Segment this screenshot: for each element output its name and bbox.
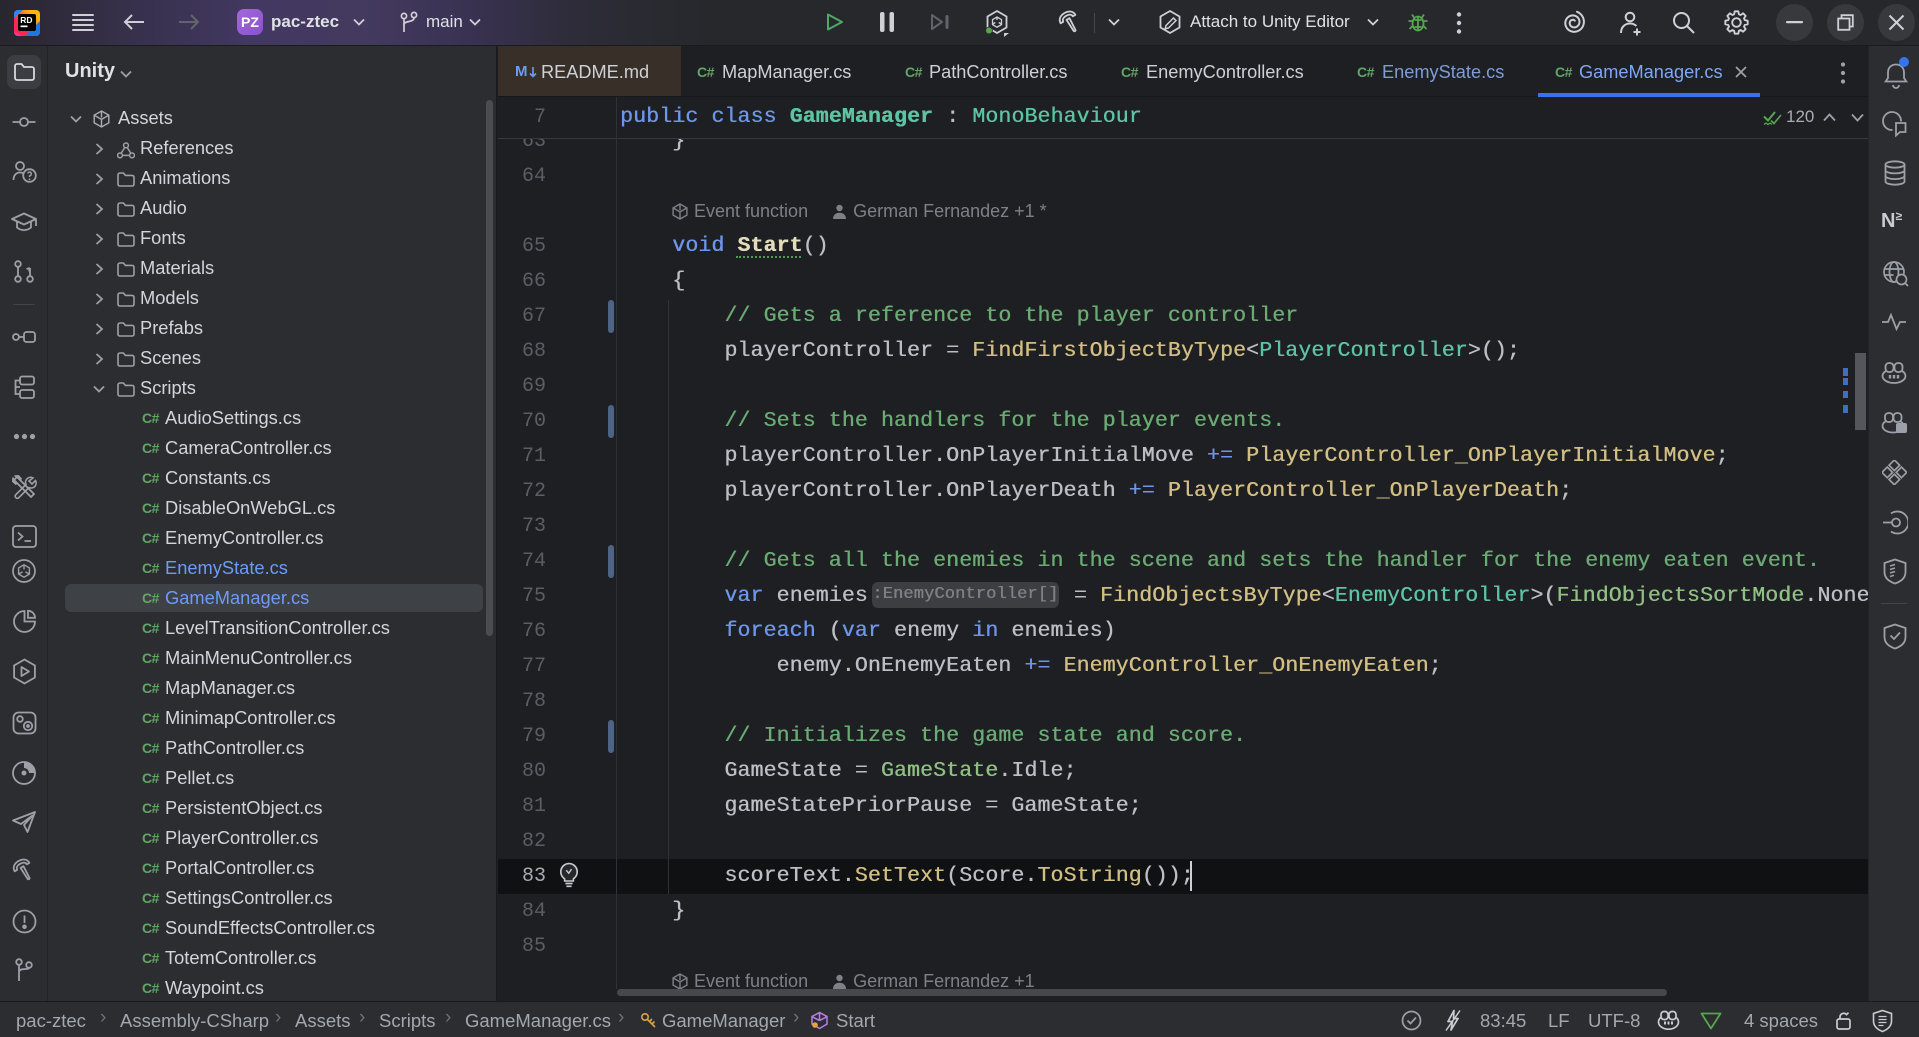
svg-text:RD: RD: [20, 15, 32, 25]
